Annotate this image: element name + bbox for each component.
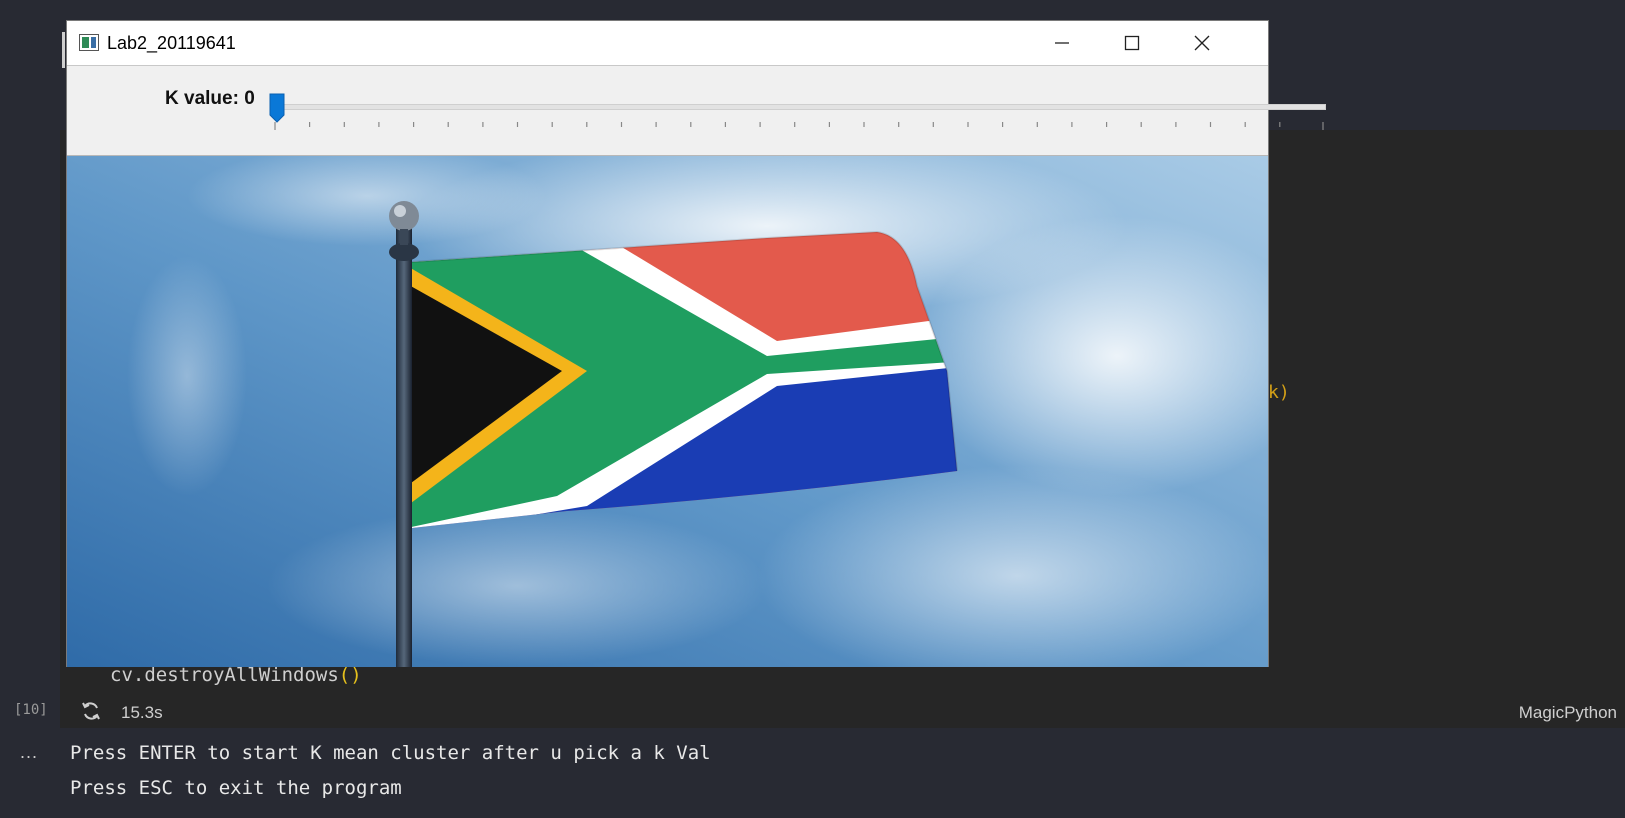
refresh-icon[interactable] (80, 700, 102, 722)
execution-count: [10] (14, 702, 48, 718)
output-line: Press ESC to exit the program (70, 777, 402, 799)
code-line[interactable]: cv.destroyAllWindows() (110, 664, 362, 686)
partial-code-text: k) (1268, 382, 1290, 403)
close-button[interactable] (1167, 21, 1237, 65)
close-icon (1194, 35, 1210, 51)
minimize-icon (1055, 42, 1069, 44)
window-title: Lab2_20119641 (107, 33, 236, 53)
output-more-icon[interactable]: ... (20, 742, 38, 763)
trackbar-label: K value: 0 (165, 88, 255, 109)
output-line: Press ENTER to start K mean cluster afte… (70, 742, 711, 764)
window-titlebar[interactable]: Lab2_20119641 (67, 21, 1268, 66)
flag-photo (67, 156, 1268, 667)
cell-language-label[interactable]: MagicPython (1519, 703, 1617, 723)
trackbar-ticks (274, 122, 1324, 130)
minimize-button[interactable] (1027, 21, 1097, 65)
execution-time: 15.3s (121, 703, 163, 722)
opencv-window[interactable]: Lab2_20119641 K value: 0 (66, 20, 1326, 667)
code-parens: () (338, 664, 362, 686)
trackbar-thumb[interactable] (269, 93, 285, 123)
code-text: cv.destroyAllWindows (110, 664, 339, 686)
cell-gutter (0, 130, 60, 728)
flag-image (67, 156, 1268, 667)
maximize-button[interactable] (1097, 21, 1167, 65)
window-edge-marker (62, 32, 65, 68)
trackbar-panel: K value: 0 (67, 66, 1326, 156)
maximize-icon (1124, 35, 1140, 51)
trackbar-track[interactable] (274, 104, 1326, 110)
app-icon (79, 34, 99, 51)
